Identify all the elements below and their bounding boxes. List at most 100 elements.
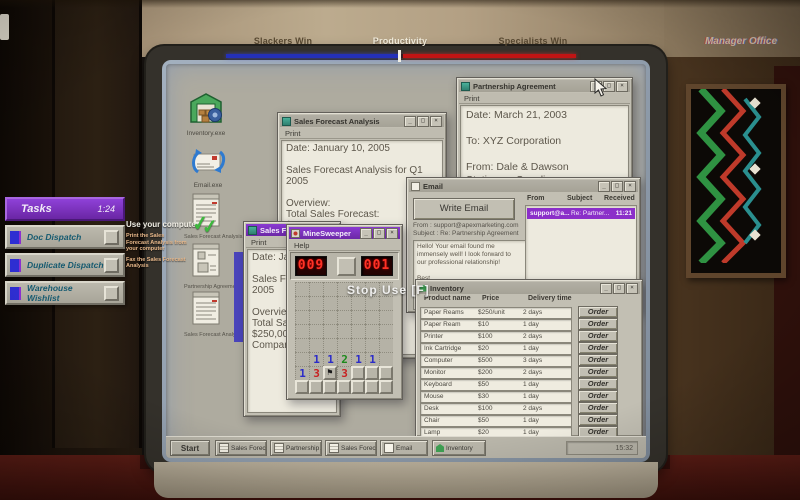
mine-cell[interactable] [323,282,337,296]
mine-cell[interactable] [323,380,337,394]
mine-cell[interactable] [323,296,337,310]
titlebar[interactable]: Inventory _□× [418,282,640,294]
mine-cell-flag[interactable]: ⚑ [323,366,337,380]
order-button[interactable]: Order [578,390,618,402]
mine-cell[interactable] [365,338,379,352]
mine-cell[interactable] [351,310,365,324]
mine-cell[interactable] [379,380,393,394]
desktop-icon-inventory[interactable]: Inventory.exe [180,92,232,137]
mine-cell[interactable] [295,338,309,352]
order-button[interactable]: Order [578,354,618,366]
mine-cell[interactable] [323,310,337,324]
order-button[interactable]: Order [578,330,618,342]
mine-cell[interactable] [295,296,309,310]
mine-cell[interactable] [379,366,393,380]
mine-cell[interactable] [337,338,351,352]
mine-cell[interactable] [295,352,309,366]
mine-cell[interactable] [323,324,337,338]
taskbar-button-sales-2[interactable]: Sales Forecas [325,440,377,456]
desktop-icon-email[interactable]: Email.exe [182,146,234,189]
close-icon[interactable]: × [386,228,398,239]
email-list-row-selected[interactable]: support@a... Re: Partner... 11:21 [527,208,635,219]
start-button[interactable]: Start [170,440,210,456]
mine-cell[interactable] [351,366,365,380]
mine-cell[interactable] [379,352,393,366]
mine-cell[interactable]: 3 [309,366,323,380]
task-checkbox[interactable] [104,230,119,245]
taskbar-button-partnership[interactable]: Partnership A [270,440,322,456]
close-icon[interactable]: × [616,81,628,92]
mine-cell[interactable] [309,296,323,310]
mine-cell[interactable] [337,310,351,324]
order-button[interactable]: Order [578,402,618,414]
order-button[interactable]: Order [578,306,618,318]
mine-cell[interactable]: 3 [337,366,351,380]
taskbar-button-sales-1[interactable]: Sales Forecas [215,440,267,456]
minimize-icon[interactable]: _ [600,283,612,294]
mine-cell[interactable]: 1 [323,352,337,366]
mine-cell[interactable] [337,324,351,338]
mine-cell[interactable]: 1 [295,366,309,380]
taskbar-button-inventory[interactable]: Inventory [432,440,486,456]
maximize-icon[interactable]: □ [373,228,385,239]
taskbar-button-email[interactable]: Email [380,440,428,456]
mine-cell[interactable] [379,296,393,310]
close-icon[interactable]: × [624,181,636,192]
email-col-subject: Subject [567,195,592,202]
mine-cell[interactable] [351,380,365,394]
order-button[interactable]: Order [578,414,618,426]
order-button[interactable]: Order [578,318,618,330]
mine-cell[interactable] [351,338,365,352]
minimize-icon[interactable]: _ [360,228,372,239]
mine-cell[interactable] [309,338,323,352]
mine-cell[interactable] [337,296,351,310]
maximize-icon[interactable]: □ [417,116,429,127]
mine-cell[interactable] [295,324,309,338]
order-button[interactable]: Order [578,342,618,354]
order-button[interactable]: Order [578,366,618,378]
close-icon[interactable]: × [626,283,638,294]
minimize-icon[interactable]: _ [404,116,416,127]
close-icon[interactable]: × [430,116,442,127]
write-email-button[interactable]: Write Email [413,198,515,220]
task-checkbox[interactable] [104,258,119,273]
task-checkbox[interactable] [104,286,119,301]
painting-art [691,89,771,263]
mine-cell[interactable] [323,338,337,352]
mine-cell[interactable] [365,310,379,324]
mine-cell[interactable] [379,338,393,352]
mine-cell[interactable] [309,380,323,394]
mine-cell[interactable] [365,366,379,380]
mine-cell[interactable]: 2 [337,352,351,366]
mine-cell[interactable]: 1 [351,352,365,366]
mine-cell[interactable] [379,310,393,324]
menu-help[interactable]: Help [289,240,400,251]
minimize-icon[interactable]: _ [598,181,610,192]
mine-cell[interactable] [365,296,379,310]
titlebar[interactable]: Sales Forecast Analysis _□× [280,115,444,127]
wall-painting [686,84,786,278]
mine-cell[interactable] [309,310,323,324]
mine-cell[interactable] [379,324,393,338]
mine-cell[interactable]: 1 [365,352,379,366]
mine-cell[interactable]: 1 [309,352,323,366]
desktop-icon-sales-doc-2[interactable]: Sales Forecast Analysis.txt [184,288,228,338]
mine-cell[interactable] [309,282,323,296]
titlebar[interactable]: Email _□× [409,180,638,192]
mine-cell[interactable] [337,380,351,394]
mine-cell[interactable] [309,324,323,338]
mine-cell[interactable] [351,324,365,338]
order-button[interactable]: Order [578,378,618,390]
maximize-icon[interactable]: □ [613,283,625,294]
order-button[interactable]: Order [578,426,618,436]
reset-button[interactable] [337,257,356,276]
mine-cell[interactable] [351,296,365,310]
mine-cell[interactable] [365,324,379,338]
maximize-icon[interactable]: □ [611,181,623,192]
menu-print[interactable]: Print [280,128,444,139]
mine-cell[interactable] [295,380,309,394]
mine-cell[interactable] [365,380,379,394]
titlebar[interactable]: MineSweeper _□× [289,227,400,239]
mine-cell[interactable] [295,310,309,324]
mine-cell[interactable] [295,282,309,296]
